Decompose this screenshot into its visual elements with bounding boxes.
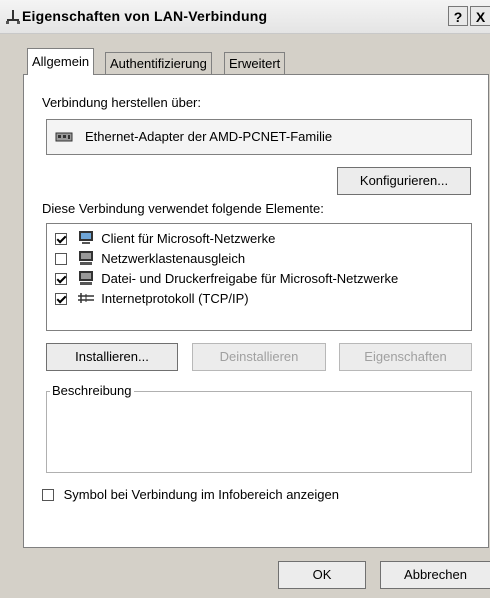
install-button-label: Installieren... xyxy=(75,349,149,364)
adapter-field: Ethernet-Adapter der AMD-PCNET-Familie xyxy=(46,119,472,155)
component-label: Client für Microsoft-Netzwerke xyxy=(101,231,276,246)
tray-icon-option[interactable]: Symbol bei Verbindung im Infobereich anz… xyxy=(42,485,339,505)
component-checkbox[interactable] xyxy=(55,273,67,285)
general-tab-panel: Verbindung herstellen über: Ethernet-Ada… xyxy=(23,74,489,548)
component-label: Netzwerklastenausgleich xyxy=(101,251,246,266)
description-label: Beschreibung xyxy=(50,383,134,398)
list-item[interactable]: Client für Microsoft-Netzwerke xyxy=(55,229,275,249)
component-checkbox[interactable] xyxy=(55,293,67,305)
help-button[interactable]: ? xyxy=(448,6,468,26)
properties-button[interactable]: Eigenschaften xyxy=(339,343,472,371)
list-item[interactable]: Netzwerklastenausgleich xyxy=(55,249,245,269)
configure-button-label: Konfigurieren... xyxy=(359,173,449,188)
component-label: Datei- und Druckerfreigabe für Microsoft… xyxy=(101,271,399,286)
configure-button[interactable]: Konfigurieren... xyxy=(337,167,471,195)
cancel-button[interactable]: Abbrechen xyxy=(380,561,490,589)
ok-button-label: OK xyxy=(312,567,332,582)
network-adapter-icon xyxy=(55,132,73,142)
install-button[interactable]: Installieren... xyxy=(46,343,178,371)
tray-icon-label: Symbol bei Verbindung im Infobereich anz… xyxy=(63,487,339,502)
component-checkbox[interactable] xyxy=(55,233,67,245)
network-service-icon xyxy=(78,251,93,265)
tab-authentifizierung[interactable]: Authentifizierung xyxy=(105,52,212,74)
tab-allgemein[interactable]: Allgemein xyxy=(27,48,95,75)
tray-icon-checkbox[interactable] xyxy=(42,489,54,501)
component-checkbox[interactable] xyxy=(55,253,67,265)
uninstall-button-label: Deinstallieren xyxy=(219,349,299,364)
cancel-button-label: Abbrechen xyxy=(404,567,467,582)
tab-erweitert[interactable]: Erweitert xyxy=(224,52,286,74)
description-group: Beschreibung xyxy=(46,383,472,473)
window-title: Eigenschaften von LAN-Verbindung xyxy=(22,8,268,24)
component-label: Internetprotokoll (TCP/IP) xyxy=(101,291,249,306)
close-button[interactable]: X xyxy=(470,6,490,26)
ok-button[interactable]: OK xyxy=(278,561,366,589)
components-list[interactable]: Client für Microsoft-Netzwerke Netzwerkl… xyxy=(46,223,472,331)
list-item[interactable]: Internetprotokoll (TCP/IP) xyxy=(55,289,249,309)
network-client-icon xyxy=(78,231,93,244)
uninstall-button[interactable]: Deinstallieren xyxy=(192,343,326,371)
network-connection-icon xyxy=(6,10,20,24)
components-label: Diese Verbindung verwendet folgende Elem… xyxy=(42,201,324,216)
title-bar[interactable]: Eigenschaften von LAN-Verbindung ? X xyxy=(0,0,490,34)
connect-using-label: Verbindung herstellen über: xyxy=(42,95,202,110)
network-service-icon xyxy=(78,271,93,285)
properties-button-label: Eigenschaften xyxy=(364,349,447,364)
list-item[interactable]: Datei- und Druckerfreigabe für Microsoft… xyxy=(55,269,398,289)
protocol-icon xyxy=(77,293,94,303)
adapter-name: Ethernet-Adapter der AMD-PCNET-Familie xyxy=(85,129,333,144)
